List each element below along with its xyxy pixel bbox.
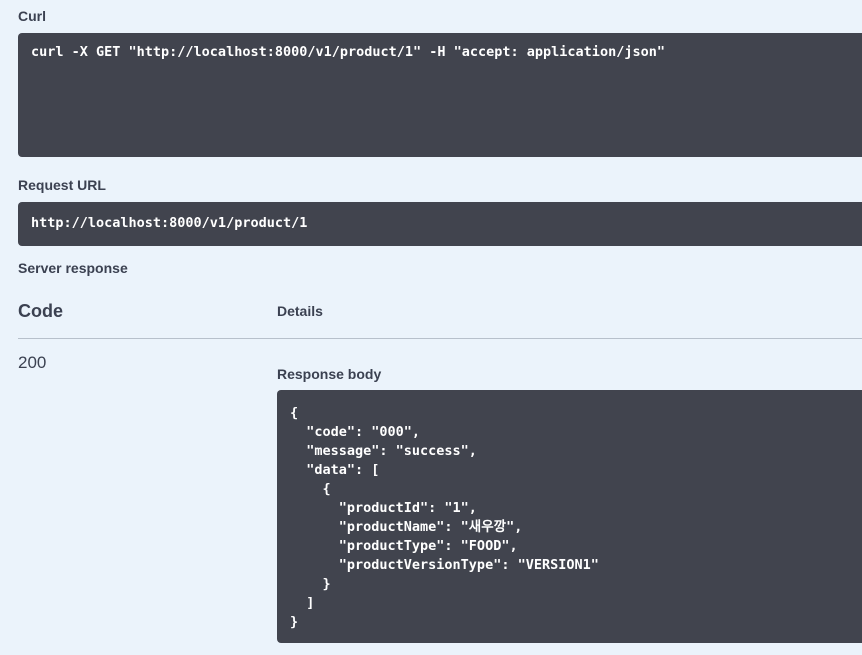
code-column-header: Code [18,301,63,321]
curl-label: Curl [18,8,46,24]
request-url-label: Request URL [18,177,106,193]
details-column-header: Details [277,303,323,319]
curl-command-block[interactable]: curl -X GET "http://localhost:8000/v1/pr… [18,33,862,157]
table-divider [18,338,862,339]
request-url-block[interactable]: http://localhost:8000/v1/product/1 [18,202,862,246]
response-body-block[interactable]: { "code": "000", "message": "success", "… [277,390,862,643]
server-response-label: Server response [18,260,128,276]
response-status-code: 200 [18,353,47,372]
response-body-label: Response body [277,366,382,382]
